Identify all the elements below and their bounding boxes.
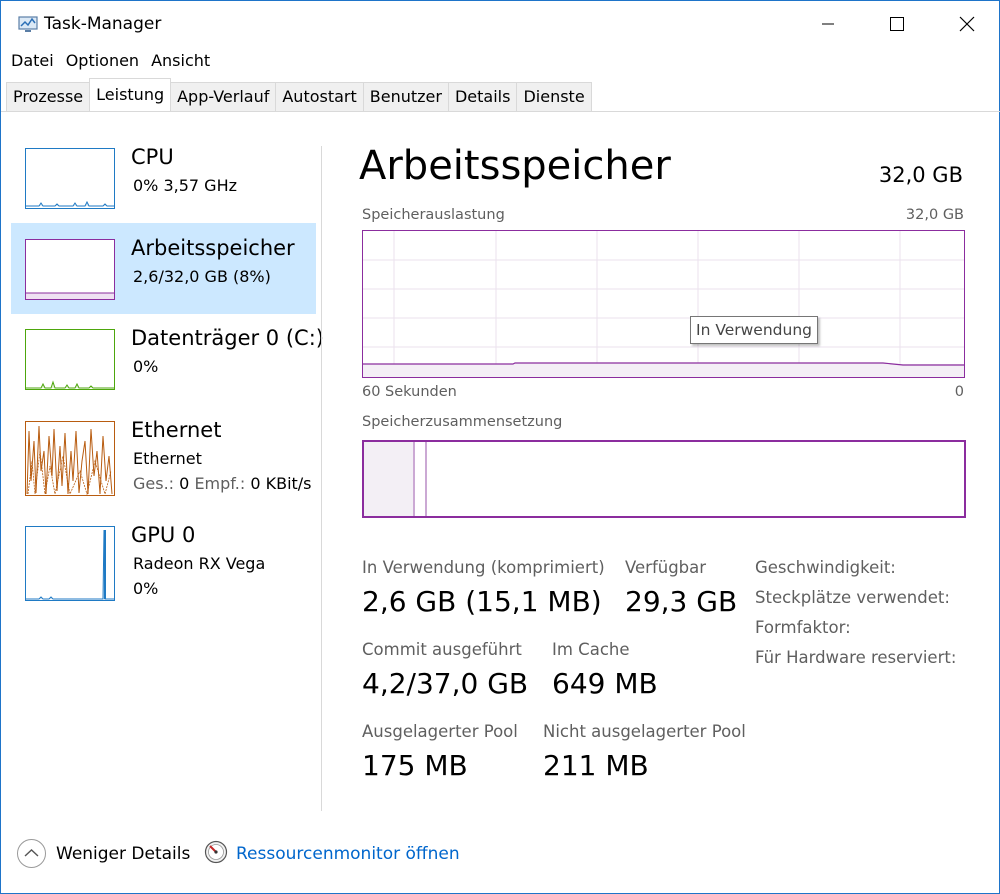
gpu-title: GPU 0 [131, 523, 196, 547]
hardware-reserved-label: Für Hardware reserviert: [755, 648, 957, 667]
minimize-button[interactable] [805, 1, 851, 47]
menu-optionen[interactable]: Optionen [61, 49, 144, 75]
tab-app-verlauf[interactable]: App-Verlauf [170, 82, 277, 111]
memory-subtitle: 2,6/32,0 GB (8%) [133, 267, 271, 286]
slots-used-label: Steckplätze verwendet: [755, 588, 950, 607]
speed-label: Geschwindigkeit: [755, 558, 896, 577]
menu-ansicht[interactable]: Ansicht [146, 49, 215, 75]
tab-dienste[interactable]: Dienste [516, 82, 592, 111]
ethernet-recv-label: Empf.: [194, 474, 246, 493]
ethernet-throughput: Ges.: 0 Empf.: 0 KBit/s [133, 474, 312, 493]
tab-benutzer[interactable]: Benutzer [362, 82, 449, 111]
memory-usage-area [363, 363, 964, 377]
nonpaged-pool-label: Nicht ausgelagerter Pool [543, 722, 746, 741]
cache-label: Im Cache [552, 640, 630, 659]
commit-value: 4,2/37,0 GB [362, 667, 529, 700]
sidebar-item-datentraeger[interactable]: Datenträger 0 (C:) 0% [11, 319, 324, 405]
paged-pool-value: 175 MB [362, 749, 468, 782]
available-label: Verfügbar [625, 558, 707, 577]
gpu-utilization: 0% [133, 579, 159, 598]
paged-pool-label: Ausgelagerter Pool [362, 722, 518, 741]
form-factor-label: Formfaktor: [755, 618, 851, 637]
usage-graph-label: Speicherauslastung [362, 207, 505, 223]
memory-usage-gridlines [363, 231, 964, 377]
gpu-thumbnail-graph [25, 526, 115, 601]
cpu-title: CPU [131, 145, 174, 169]
task-manager-window: Task-Manager Datei Optionen Ansicht Proz… [0, 0, 1000, 894]
maximize-icon [890, 17, 904, 31]
tab-prozesse[interactable]: Prozesse [6, 82, 91, 111]
footer: Weniger Details Ressourcenmonitor öffnen [1, 831, 1000, 881]
task-manager-icon [18, 16, 38, 32]
cpu-thumbnail-graph [25, 148, 115, 209]
page-title: Arbeitsspeicher [359, 143, 671, 189]
usage-graph-max: 32,0 GB [905, 207, 964, 223]
memory-usage-graph [362, 230, 965, 378]
tab-strip: Prozesse Leistung App-Verlauf Autostart … [1, 78, 1000, 112]
disk-thumbnail-graph [25, 329, 115, 390]
title-bar: Task-Manager [1, 1, 1000, 47]
menu-datei[interactable]: Datei [6, 49, 59, 75]
menu-bar: Datei Optionen Ansicht [1, 49, 212, 75]
fewer-details-label[interactable]: Weniger Details [56, 844, 190, 864]
ethernet-subtitle: Ethernet [133, 449, 202, 468]
sidebar-item-arbeitsspeicher[interactable]: Arbeitsspeicher 2,6/32,0 GB (8%) [11, 223, 316, 314]
open-resource-monitor-link[interactable]: Ressourcenmonitor öffnen [236, 844, 460, 864]
ethernet-thumbnail-graph [25, 421, 115, 496]
sidebar-item-gpu[interactable]: GPU 0 Radeon RX Vega 0% [11, 516, 316, 606]
in-use-tooltip: In Verwendung [690, 316, 818, 344]
gpu-subtitle: Radeon RX Vega [133, 554, 266, 573]
commit-label: Commit ausgeführt [362, 640, 522, 659]
in-use-value: 2,6 GB (15,1 MB) [362, 585, 602, 618]
in-use-label: In Verwendung (komprimiert) [362, 558, 605, 577]
sidebar-item-ethernet[interactable]: Ethernet Ethernet Ges.: 0 Empf.: 0 KBit/… [11, 411, 316, 503]
ethernet-send-value: 0 [179, 474, 190, 493]
resource-monitor-icon [204, 840, 228, 864]
nonpaged-pool-value: 211 MB [543, 749, 649, 782]
window-title: Task-Manager [44, 14, 162, 34]
tab-autostart[interactable]: Autostart [275, 82, 364, 111]
fewer-details-button[interactable] [17, 839, 46, 868]
minimize-icon [822, 23, 834, 25]
composition-in-use [364, 442, 415, 516]
close-icon [959, 16, 975, 32]
memory-thumbnail-graph [25, 239, 115, 300]
maximize-button[interactable] [874, 1, 920, 47]
graph-axis-right: 0 [954, 384, 964, 400]
memory-title: Arbeitsspeicher [131, 236, 295, 260]
memory-composition-bar [362, 440, 966, 518]
graph-axis-left: 60 Sekunden [362, 384, 457, 400]
cache-value: 649 MB [552, 667, 658, 700]
disk-subtitle: 0% [133, 357, 159, 376]
disk-title: Datenträger 0 (C:) [131, 326, 324, 350]
ethernet-send-label: Ges.: [133, 474, 175, 493]
cpu-subtitle: 0% 3,57 GHz [133, 176, 238, 195]
ethernet-title: Ethernet [131, 418, 222, 442]
composition-modified [415, 442, 427, 516]
composition-label: Speicherzusammensetzung [362, 414, 563, 430]
memory-total: 32,0 GB [878, 163, 963, 187]
chevron-up-icon [24, 849, 39, 857]
available-value: 29,3 GB [625, 585, 738, 618]
tab-leistung[interactable]: Leistung [89, 78, 172, 111]
close-button[interactable] [944, 1, 990, 47]
sidebar-item-cpu[interactable]: CPU 0% 3,57 GHz [11, 131, 316, 219]
tab-details[interactable]: Details [447, 82, 518, 111]
sidebar-divider [321, 146, 322, 811]
ethernet-recv-value: 0 KBit/s [250, 474, 312, 493]
